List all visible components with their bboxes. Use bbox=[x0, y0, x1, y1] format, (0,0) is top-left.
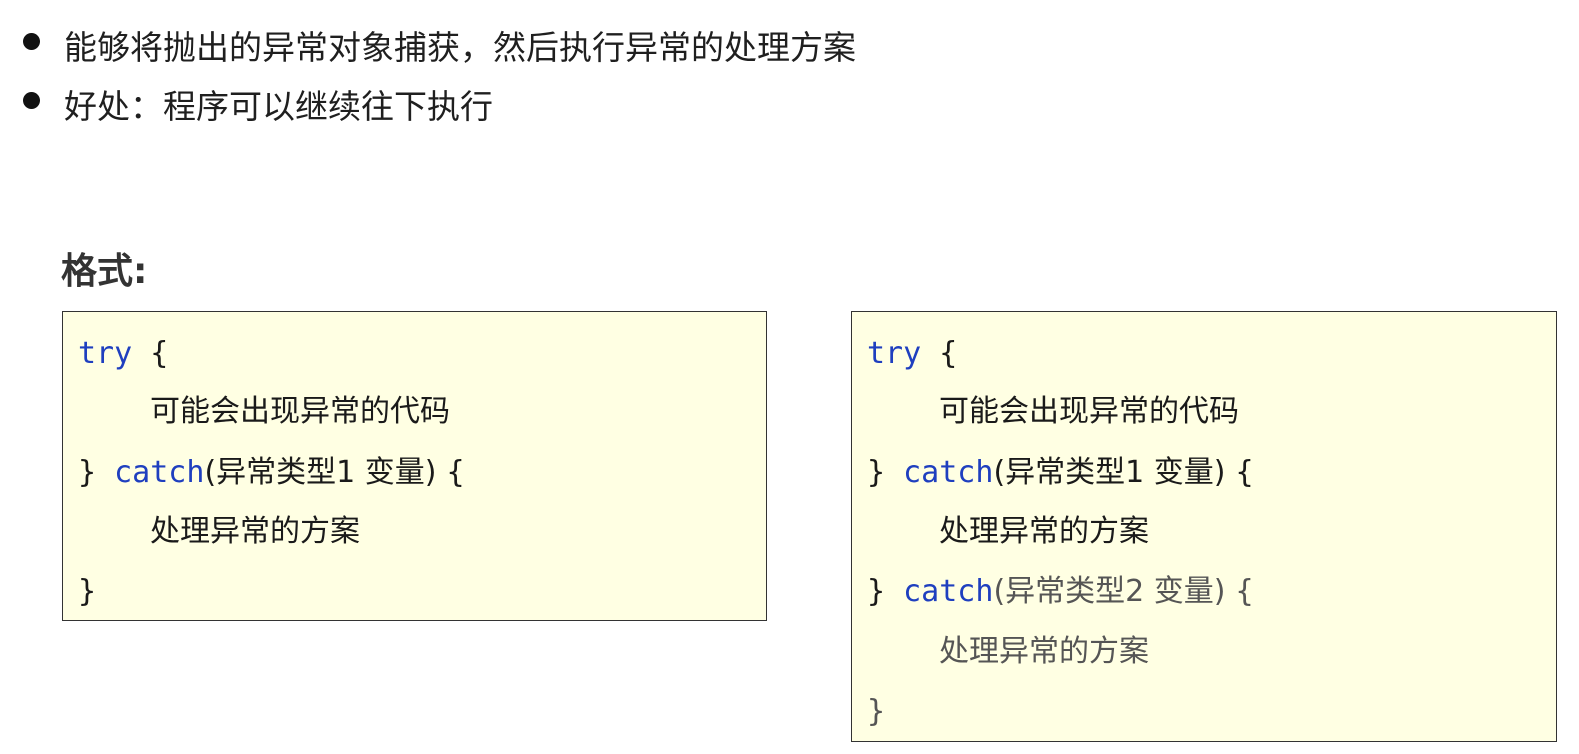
catch-args: (异常类型1 变量) { bbox=[993, 455, 1255, 490]
bullet-text: 好处：程序可以继续往下执行 bbox=[64, 87, 493, 126]
code-line-end: } bbox=[78, 574, 97, 609]
format-heading: 格式: bbox=[61, 251, 148, 292]
code-line-body: 可能会出现异常的代码 bbox=[939, 394, 1239, 429]
code-line-catch: } catch(异常类型1 变量) { bbox=[78, 453, 465, 493]
catch-args: (异常类型1 变量) { bbox=[204, 455, 466, 490]
brace-close: } bbox=[867, 455, 904, 490]
code-line-handler: 处理异常的方案 bbox=[939, 514, 1149, 549]
brace-open: { bbox=[921, 336, 958, 371]
keyword-catch: catch bbox=[114, 455, 205, 490]
code-block-single-catch: try { 可能会出现异常的代码 } catch(异常类型1 变量) { 处理异… bbox=[62, 311, 767, 621]
bullet-dot-icon bbox=[23, 33, 40, 50]
code-line-handler: 处理异常的方案 bbox=[150, 514, 360, 549]
keyword-try: try bbox=[867, 336, 922, 371]
code-line-try: try { bbox=[867, 334, 957, 374]
brace-close: } bbox=[867, 574, 904, 609]
brace-close: } bbox=[78, 455, 115, 490]
keyword-catch: catch bbox=[903, 574, 994, 609]
code-line-handler: 处理异常的方案 bbox=[939, 634, 1149, 669]
bullet-text: 能够将抛出的异常对象捕获，然后执行异常的处理方案 bbox=[64, 28, 856, 67]
code-line-end: } bbox=[867, 694, 886, 729]
bullet-dot-icon bbox=[23, 92, 40, 109]
code-block-multi-catch: try { 可能会出现异常的代码 } catch(异常类型1 变量) { 处理异… bbox=[851, 311, 1557, 742]
code-line-catch: } catch(异常类型1 变量) { bbox=[867, 453, 1254, 493]
catch-args: (异常类型2 变量) { bbox=[993, 574, 1255, 609]
keyword-catch: catch bbox=[903, 455, 994, 490]
code-line-catch: } catch(异常类型2 变量) { bbox=[867, 572, 1254, 612]
keyword-try: try bbox=[78, 336, 133, 371]
code-line-try: try { bbox=[78, 334, 168, 374]
brace-open: { bbox=[132, 336, 169, 371]
code-line-body: 可能会出现异常的代码 bbox=[150, 394, 450, 429]
